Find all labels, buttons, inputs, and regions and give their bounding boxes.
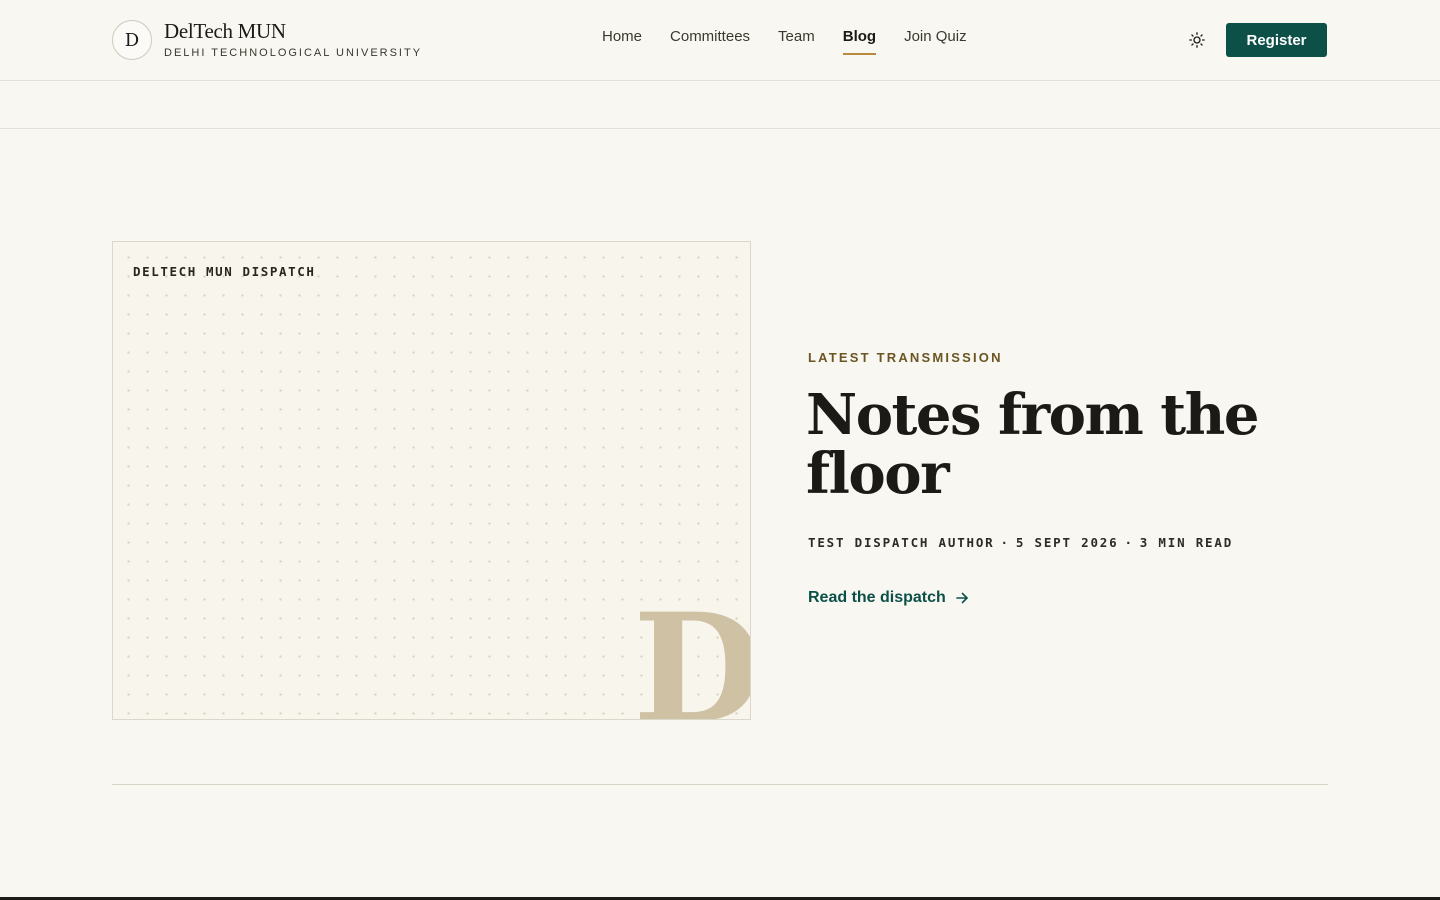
post-title[interactable]: Notes from the floor [806,386,1326,504]
brand-logo: D [112,20,152,60]
meta-separator: · [1124,535,1134,550]
nav-item-team[interactable]: Team [778,27,815,47]
nav-item-join-quiz[interactable]: Join Quiz [904,27,967,47]
post-read-time: 3 MIN READ [1139,535,1234,550]
theme-toggle-button[interactable] [1186,29,1208,51]
main-nav: Home Committees Team Blog Join Quiz [602,27,995,55]
brand-name: DelTech MUN [164,19,286,43]
post-author: TEST DISPATCH AUTHOR [808,535,995,550]
sub-bar [0,81,1440,129]
post-eyebrow: LATEST TRANSMISSION [808,350,1003,365]
read-dispatch-label: Read the dispatch [808,589,946,606]
sun-icon [1189,32,1205,48]
post-meta: TEST DISPATCH AUTHOR · 5 SEPT 2026 · 3 MIN R… [808,535,1233,550]
nav-item-blog[interactable]: Blog [842,27,877,55]
cover-monogram: D [633,581,751,720]
brand[interactable]: D DelTech MUN DELHI TECHNOLOGICAL UNIVER… [112,20,422,60]
nav-item-home[interactable]: Home [602,27,642,47]
read-dispatch-link[interactable]: Read the dispatch [808,589,969,607]
meta-separator: · [1000,535,1010,550]
brand-text: DelTech MUN DELHI TECHNOLOGICAL UNIVERSI… [164,19,423,60]
nav-item-committees[interactable]: Committees [670,27,750,47]
brand-subtitle: DELHI TECHNOLOGICAL UNIVERSITY [164,47,423,59]
arrow-right-icon [955,591,969,605]
post-date: 5 SEPT 2026 [1015,535,1119,550]
register-button[interactable]: Register [1226,23,1327,57]
featured-post-cover[interactable]: DELTECH MUN DISPATCH D [112,241,751,720]
site-header: D DelTech MUN DELHI TECHNOLOGICAL UNIVER… [0,0,1440,81]
cover-label: DELTECH MUN DISPATCH [133,264,316,279]
section-divider [112,784,1328,785]
